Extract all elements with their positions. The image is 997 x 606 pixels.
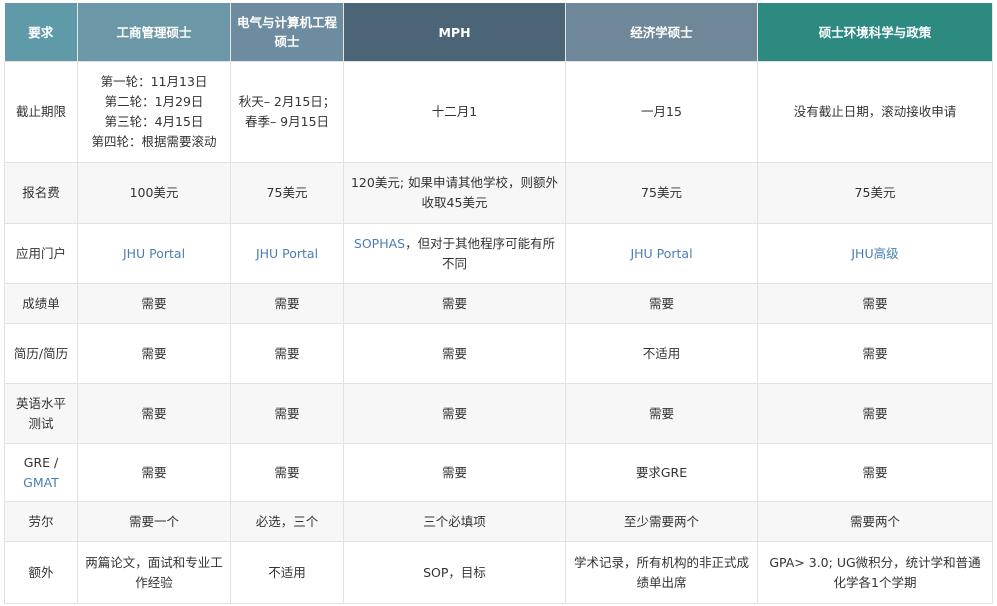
- deadline-mba-round2: 第二轮：1月29日: [104, 94, 204, 109]
- gre-mba: 需要: [77, 443, 231, 502]
- row-label-gre-text: GRE /: [23, 454, 59, 470]
- row-label-portal: 应用门户: [4, 223, 78, 284]
- row-label-fee: 报名费: [4, 162, 78, 224]
- header-mph: MPH: [343, 3, 566, 62]
- deadline-mba: 第一轮：11月13日 第二轮：1月29日 第三轮：4月15日 第四轮：根据需要滚…: [77, 61, 231, 163]
- row-gre: GRE / GMAT 需要 需要 需要 要求GRE 需要: [4, 443, 993, 502]
- row-deadline: 截止期限 第一轮：11月13日 第二轮：1月29日 第三轮：4月15日 第四轮：…: [4, 61, 993, 163]
- deadline-ece-spring: 春季– 9月15日: [244, 114, 330, 129]
- row-label-english: 英语水平测试: [4, 383, 78, 444]
- resume-mph: 需要: [343, 323, 566, 384]
- row-label-deadline: 截止期限: [4, 61, 78, 163]
- resume-env: 需要: [757, 323, 993, 384]
- deadline-mba-round4: 第四轮：根据需要滚动: [91, 134, 217, 149]
- portal-mph-cell: SOPHAS，但对于其他程序可能有所不同: [343, 223, 566, 284]
- deadline-econ: 一月15: [565, 61, 758, 163]
- admission-requirements-table-wrap: 要求 工商管理硕士 电气与计算机工程硕士 MPH 经济学硕士 硕士环境科学与政策…: [4, 3, 993, 604]
- portal-mba-link[interactable]: JHU Portal: [123, 246, 185, 261]
- deadline-mba-round1: 第一轮：11月13日: [100, 74, 208, 89]
- transcript-env: 需要: [757, 283, 993, 324]
- portal-ece-cell: JHU Portal: [230, 223, 344, 284]
- gre-ece: 需要: [230, 443, 344, 502]
- deadline-ece: 秋天– 2月15日； 春季– 9月15日: [230, 61, 344, 163]
- lor-mph: 三个必填项: [343, 501, 566, 542]
- lor-ece: 必选，三个: [230, 501, 344, 542]
- transcript-econ: 需要: [565, 283, 758, 324]
- header-env: 硕士环境科学与政策: [757, 3, 993, 62]
- lor-env: 需要两个: [757, 501, 993, 542]
- transcript-ece: 需要: [230, 283, 344, 324]
- row-portal: 应用门户 JHU Portal JHU Portal SOPHAS，但对于其他程…: [4, 223, 993, 284]
- resume-ece: 需要: [230, 323, 344, 384]
- english-econ: 需要: [565, 383, 758, 444]
- row-label-extra: 额外: [4, 541, 78, 604]
- portal-mba-cell: JHU Portal: [77, 223, 231, 284]
- row-fee: 报名费 100美元 75美元 120美元; 如果申请其他学校，则额外收取45美元…: [4, 162, 993, 224]
- extra-env: GPA> 3.0; UG微积分，统计学和普通化学各1个学期: [757, 541, 993, 604]
- row-english: 英语水平测试 需要 需要 需要 需要 需要: [4, 383, 993, 444]
- portal-env-link[interactable]: JHU高级: [851, 246, 898, 261]
- extra-econ: 学术记录，所有机构的非正式成绩单出席: [565, 541, 758, 604]
- lor-mba: 需要一个: [77, 501, 231, 542]
- row-resume: 简历/简历 需要 需要 需要 不适用 需要: [4, 323, 993, 384]
- english-mph: 需要: [343, 383, 566, 444]
- extra-mph: SOP，目标: [343, 541, 566, 604]
- row-label-lor: 劳尔: [4, 501, 78, 542]
- fee-ece: 75美元: [230, 162, 344, 224]
- portal-econ-cell: JHU Portal: [565, 223, 758, 284]
- row-label-resume: 简历/简历: [4, 323, 78, 384]
- english-ece: 需要: [230, 383, 344, 444]
- row-label-transcript: 成绩单: [4, 283, 78, 324]
- portal-ece-link[interactable]: JHU Portal: [256, 246, 318, 261]
- deadline-mba-round3: 第三轮：4月15日: [104, 114, 204, 129]
- resume-econ: 不适用: [565, 323, 758, 384]
- gre-env: 需要: [757, 443, 993, 502]
- header-mba: 工商管理硕士: [77, 3, 231, 62]
- fee-mph: 120美元; 如果申请其他学校，则额外收取45美元: [343, 162, 566, 224]
- gre-mph: 需要: [343, 443, 566, 502]
- header-econ: 经济学硕士: [565, 3, 758, 62]
- resume-mba: 需要: [77, 323, 231, 384]
- row-extra: 额外 两篇论文，面试和专业工作经验 不适用 SOP，目标 学术记录，所有机构的非…: [4, 541, 993, 604]
- gre-econ: 要求GRE: [565, 443, 758, 502]
- fee-mba: 100美元: [77, 162, 231, 224]
- header-ece: 电气与计算机工程硕士: [230, 3, 344, 62]
- row-transcript: 成绩单 需要 需要 需要 需要 需要: [4, 283, 993, 324]
- extra-ece: 不适用: [230, 541, 344, 604]
- deadline-mph: 十二月1: [343, 61, 566, 163]
- portal-mph-link[interactable]: SOPHAS: [354, 236, 405, 251]
- lor-econ: 至少需要两个: [565, 501, 758, 542]
- admission-requirements-table: 要求 工商管理硕士 电气与计算机工程硕士 MPH 经济学硕士 硕士环境科学与政策…: [4, 3, 993, 604]
- row-lor: 劳尔 需要一个 必选，三个 三个必填项 至少需要两个 需要两个: [4, 501, 993, 542]
- row-label-gre: GRE / GMAT: [4, 443, 78, 502]
- portal-mph-note: ，但对于其他程序可能有所不同: [405, 235, 556, 271]
- header-row: 要求 工商管理硕士 电气与计算机工程硕士 MPH 经济学硕士 硕士环境科学与政策: [4, 3, 993, 62]
- fee-econ: 75美元: [565, 162, 758, 224]
- extra-mba: 两篇论文，面试和专业工作经验: [77, 541, 231, 604]
- transcript-mba: 需要: [77, 283, 231, 324]
- portal-env-cell: JHU高级: [757, 223, 993, 284]
- english-mba: 需要: [77, 383, 231, 444]
- header-requirement: 要求: [4, 3, 78, 62]
- fee-env: 75美元: [757, 162, 993, 224]
- row-label-gmat-link[interactable]: GMAT: [11, 473, 71, 493]
- portal-econ-link[interactable]: JHU Portal: [630, 246, 692, 261]
- english-env: 需要: [757, 383, 993, 444]
- deadline-env: 没有截止日期，滚动接收申请: [757, 61, 993, 163]
- deadline-ece-fall: 秋天– 2月15日；: [238, 94, 336, 109]
- transcript-mph: 需要: [343, 283, 566, 324]
